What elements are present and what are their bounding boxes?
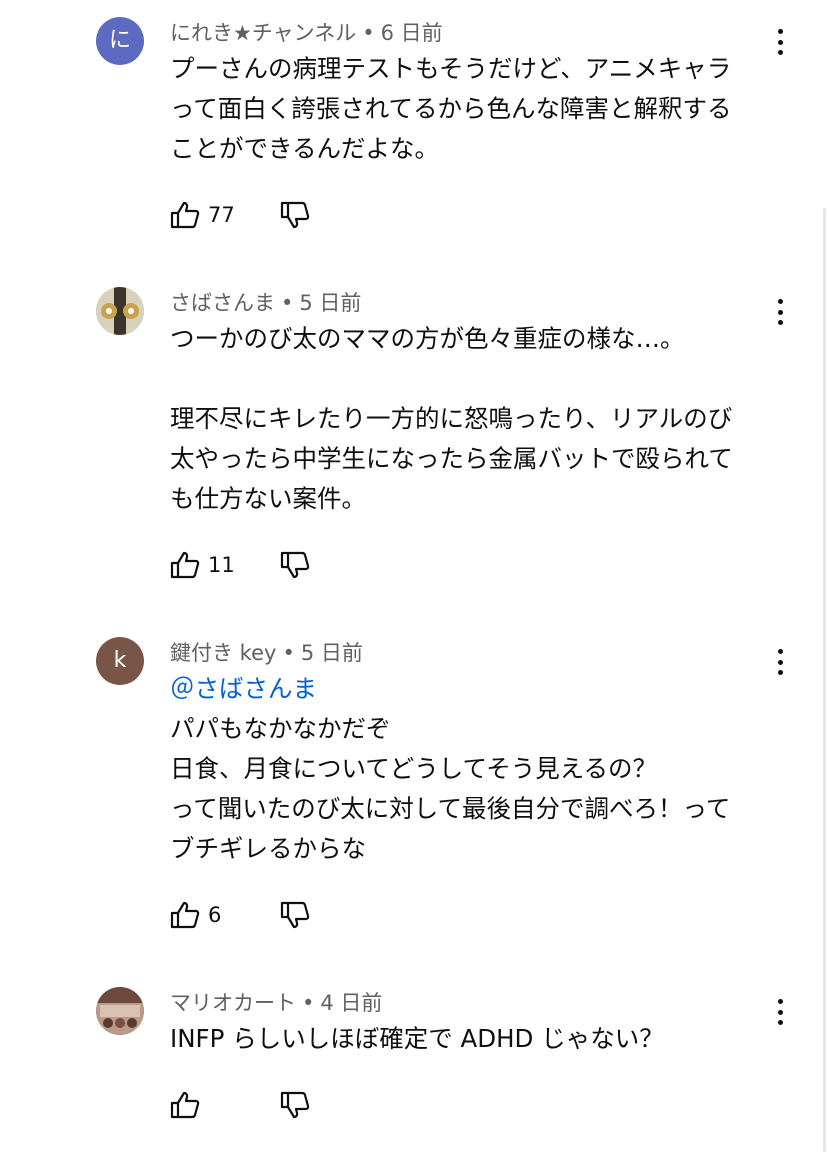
thumbs-up-icon: [170, 901, 200, 929]
comment-line: プーさんの病理テストもそうだけど、アニメキャラ: [170, 54, 732, 83]
thumbs-up-icon: [170, 551, 200, 579]
more-vertical-icon-dot: [777, 309, 783, 315]
comment-line: つーかのび太のママの方が色々重症の様な…。: [170, 324, 685, 353]
like-count: 11: [208, 553, 235, 577]
comment-text: プーさんの病理テストもそうだけど、アニメキャラ って面白く誇張されてるから色んな…: [170, 49, 780, 169]
comment-actions: [170, 1090, 310, 1120]
more-vertical-icon-dot: [777, 659, 783, 665]
comment-header: さばさんま • 5 日前: [170, 287, 361, 317]
comment-line: ことができるんだよな。: [170, 134, 440, 163]
comment-text: つーかのび太のママの方が色々重症の様な…。 理不尽にキレたり一方的に怒鳴ったり、…: [170, 319, 780, 519]
avatar[interactable]: [96, 987, 144, 1035]
comment-blank-line: [170, 359, 780, 399]
dislike-button[interactable]: [280, 550, 310, 580]
separator-dot: •: [281, 291, 294, 315]
more-vertical-icon-dot: [777, 1009, 783, 1015]
comment-header: 鍵付き key • 5 日前: [170, 637, 363, 667]
like-count: 6: [208, 903, 222, 927]
comment-time[interactable]: 5 日前: [301, 641, 363, 665]
comment-actions: 6: [170, 900, 310, 930]
comment-line: って聞いたのび太に対して最後自分で調べろ！って: [170, 794, 731, 823]
author-name[interactable]: 鍵付き key: [170, 641, 276, 665]
thumbs-down-icon: [280, 551, 310, 579]
avatar[interactable]: [96, 287, 144, 335]
comment-line: って面白く誇張されてるから色んな障害と解釈する: [170, 94, 732, 123]
comment-time[interactable]: 4 日前: [320, 991, 382, 1015]
avatar-image: [96, 987, 144, 1035]
author-name[interactable]: マリオカート: [170, 991, 296, 1015]
separator-dot: •: [282, 641, 295, 665]
separator-dot: •: [362, 21, 375, 45]
thumbs-up-icon: [170, 201, 200, 229]
avatar[interactable]: に: [96, 17, 144, 65]
like-button[interactable]: 11: [170, 550, 235, 580]
thumbs-down-icon: [280, 201, 310, 229]
thumbs-up-icon: [170, 1091, 200, 1119]
comment-line: 理不尽にキレたり一方的に怒鳴ったり、リアルのび: [170, 404, 733, 433]
like-count: 77: [208, 203, 235, 227]
comment-line: 太やったら中学生になったら金属バットで殴られて: [170, 444, 733, 473]
comment-time[interactable]: 5 日前: [299, 291, 361, 315]
mention-link[interactable]: ＠さばさんま: [170, 669, 780, 709]
more-vertical-icon: [777, 649, 783, 654]
avatar-image: [96, 287, 144, 335]
comment-actions: 11: [170, 550, 310, 580]
comment-header: マリオカート • 4 日前: [170, 987, 382, 1017]
avatar-letter: k: [113, 648, 127, 673]
comment-header: にれき★チャンネル • 6 日前: [170, 17, 443, 47]
avatar-letter: に: [108, 28, 131, 53]
more-vertical-icon: [777, 299, 783, 304]
dislike-button[interactable]: [280, 900, 310, 930]
comment-line: も仕方ない案件。: [170, 484, 366, 513]
author-name[interactable]: にれき★チャンネル: [170, 21, 356, 45]
more-vertical-icon: [777, 29, 783, 34]
more-vertical-icon-dot: [777, 39, 783, 45]
separator-dot: •: [302, 991, 315, 1015]
comment-line: INFP らしいしほぼ確定で ADHD じゃない？: [170, 1024, 664, 1053]
comment-time[interactable]: 6 日前: [381, 21, 443, 45]
more-vertical-icon: [777, 999, 783, 1004]
comment-text: ＠さばさんま パパもなかなかだぞ 日食、月食についてどうしてそう見えるの？ って…: [170, 669, 780, 869]
scrollbar-track: [823, 208, 826, 1152]
dislike-button[interactable]: [280, 200, 310, 230]
comment-line: パパもなかなかだぞ: [170, 714, 391, 743]
comment-actions: 77: [170, 200, 310, 230]
comment-line: ブチギレるからな: [170, 834, 366, 863]
like-button[interactable]: [170, 1090, 208, 1120]
like-button[interactable]: 77: [170, 200, 235, 230]
author-name[interactable]: さばさんま: [170, 291, 275, 315]
thumbs-down-icon: [280, 901, 310, 929]
thumbs-down-icon: [280, 1091, 310, 1119]
avatar[interactable]: k: [96, 637, 144, 685]
dislike-button[interactable]: [280, 1090, 310, 1120]
comment-text: INFP らしいしほぼ確定で ADHD じゃない？: [170, 1019, 780, 1059]
comment-line: 日食、月食についてどうしてそう見えるの？: [170, 754, 658, 783]
like-button[interactable]: 6: [170, 900, 221, 930]
